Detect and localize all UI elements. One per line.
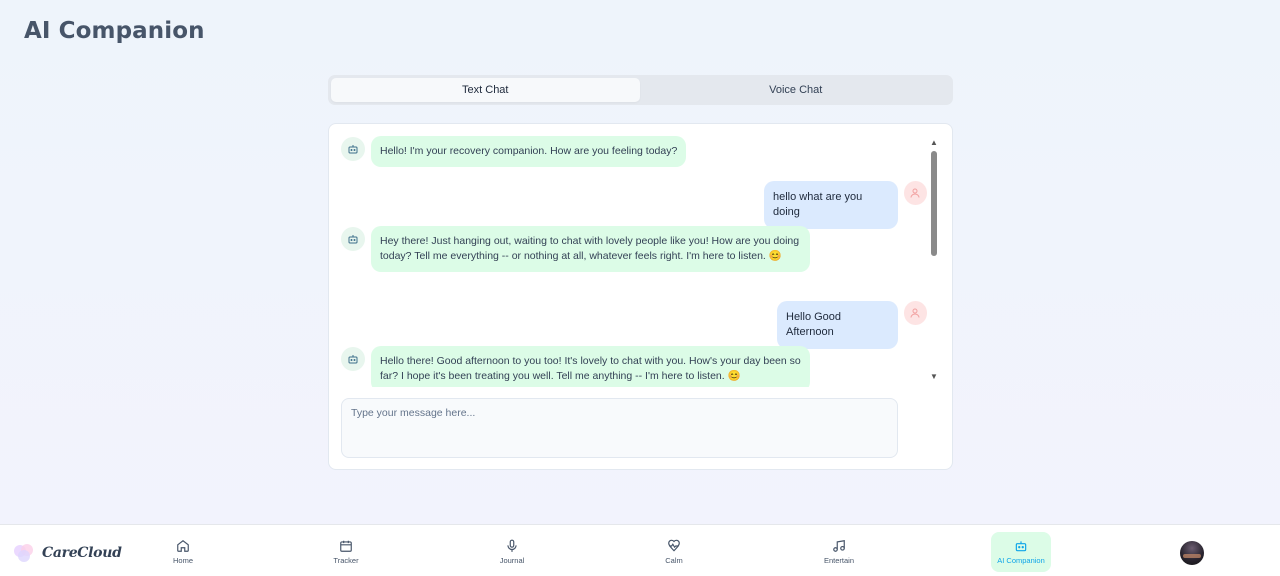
user-icon <box>903 181 927 205</box>
robot-icon <box>341 227 365 251</box>
scroll-down-arrow-icon[interactable]: ▼ <box>929 372 939 382</box>
chat-panel: Hello! I'm your recovery companion. How … <box>328 123 953 470</box>
page-title: AI Companion <box>24 18 205 44</box>
nav-item-entertain[interactable]: Entertain <box>809 532 869 572</box>
robot-icon <box>1015 541 1027 552</box>
nav-label: AI Companion <box>997 556 1045 565</box>
message-bubble: hello what are you doing <box>764 181 898 229</box>
nav-label: Journal <box>499 556 525 565</box>
tab-voice-chat[interactable]: Voice Chat <box>642 78 951 102</box>
brand[interactable]: CareCloud <box>12 541 122 565</box>
message-user: hello what are you doing <box>764 181 927 229</box>
nav-item-tracker[interactable]: Tracker <box>316 532 376 572</box>
nav-item-calm[interactable]: Calm <box>644 532 704 572</box>
message-bot: Hey there! Just hanging out, waiting to … <box>341 226 810 272</box>
music-note-icon <box>833 540 845 552</box>
nav-item-journal[interactable]: Journal <box>482 532 542 572</box>
robot-icon <box>341 347 365 371</box>
home-icon <box>177 540 189 552</box>
bottom-navigation: CareCloud Home Tracker Journal Calm Ente… <box>0 524 1280 576</box>
calendar-icon <box>340 540 352 552</box>
message-bubble: Hello there! Good afternoon to you too! … <box>371 346 810 387</box>
nav-item-home[interactable]: Home <box>153 532 213 572</box>
nav-label: Calm <box>665 556 683 565</box>
message-bubble: Hello! I'm your recovery companion. How … <box>371 136 687 167</box>
profile-avatar[interactable] <box>1180 541 1204 565</box>
tab-text-chat[interactable]: Text Chat <box>331 78 640 102</box>
message-list[interactable]: Hello! I'm your recovery companion. How … <box>329 124 927 387</box>
user-icon <box>903 301 927 325</box>
brand-name: CareCloud <box>42 545 122 561</box>
scroll-up-arrow-icon[interactable]: ▲ <box>929 138 939 148</box>
message-bot: Hello there! Good afternoon to you too! … <box>341 346 810 387</box>
microphone-icon <box>507 539 517 552</box>
message-input[interactable] <box>341 398 898 458</box>
robot-icon <box>341 137 365 161</box>
nav-label: Entertain <box>823 556 855 565</box>
heart-pulse-icon <box>668 539 680 552</box>
nav-item-ai-companion[interactable]: AI Companion <box>991 532 1051 572</box>
message-bot: Hello! I'm your recovery companion. How … <box>341 136 687 167</box>
message-user: Hello Good Afternoon <box>777 301 927 349</box>
message-bubble: Hello Good Afternoon <box>777 301 898 349</box>
nav-label: Home <box>172 556 193 565</box>
brand-logo-icon <box>14 544 33 562</box>
scroll-thumb[interactable] <box>931 151 937 256</box>
message-bubble: Hey there! Just hanging out, waiting to … <box>371 226 810 272</box>
nav-label: Tracker <box>333 556 359 565</box>
chat-mode-tabs: Text Chat Voice Chat <box>328 75 953 105</box>
message-scrollbar[interactable]: ▲ ▼ <box>929 138 939 382</box>
